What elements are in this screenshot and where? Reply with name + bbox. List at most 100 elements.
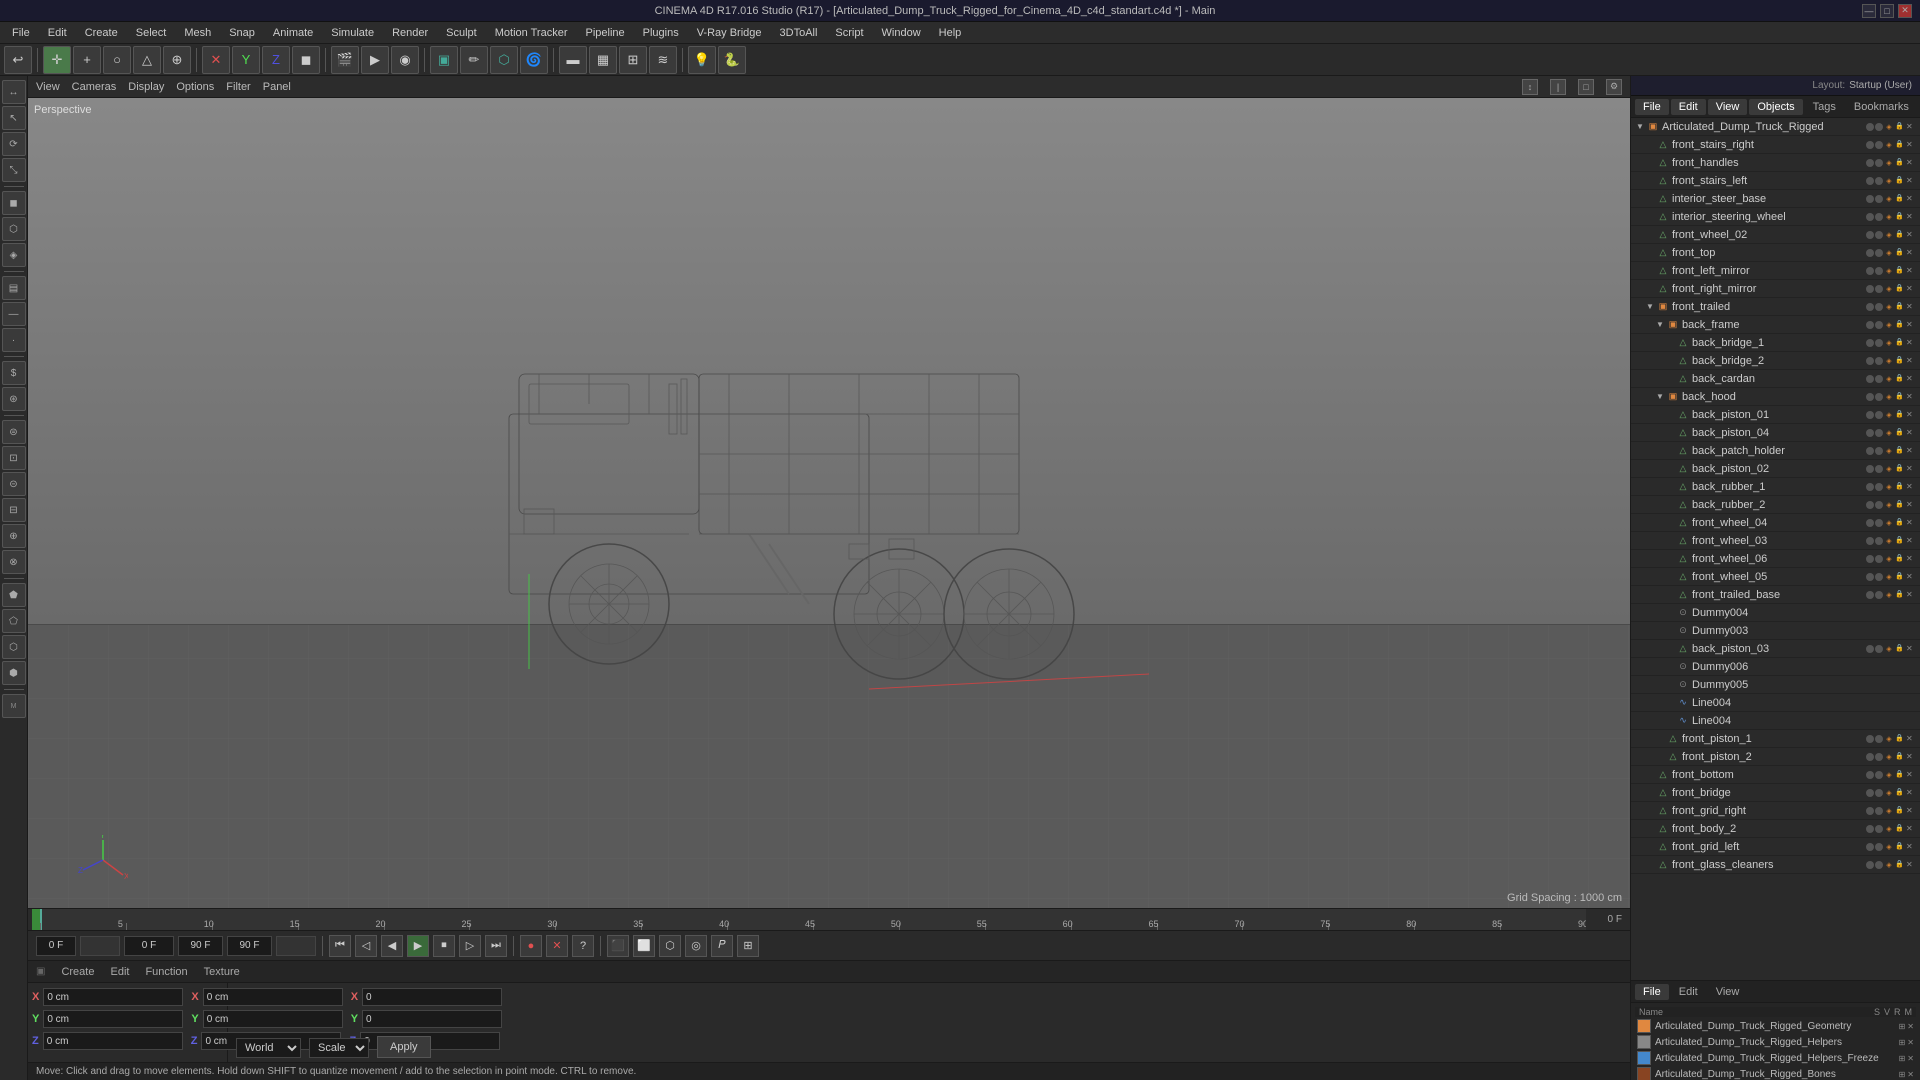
tab-function[interactable]: Function <box>141 964 191 980</box>
lock-icon[interactable]: 🔒 <box>1895 230 1905 240</box>
menu-vray[interactable]: V-Ray Bridge <box>689 25 770 41</box>
visibility-dot[interactable] <box>1866 519 1874 527</box>
menu-plugins[interactable]: Plugins <box>635 25 687 41</box>
render-dot[interactable] <box>1875 141 1883 149</box>
visibility-dot[interactable] <box>1866 213 1874 221</box>
lock-icon[interactable]: 🔒 <box>1895 788 1905 798</box>
x-icon[interactable]: ✕ <box>1906 410 1916 420</box>
tree-arrow-icon[interactable] <box>1665 500 1675 510</box>
record-settings[interactable]: ? <box>572 935 594 957</box>
play-button[interactable]: ▶ <box>407 935 429 957</box>
render-dot[interactable] <box>1875 735 1883 743</box>
lock-icon[interactable]: 🔒 <box>1895 284 1905 294</box>
object-list-item[interactable]: △back_piston_02 ◈ 🔒 ✕ <box>1631 460 1920 478</box>
object-list-item[interactable]: △front_trailed_base ◈ 🔒 ✕ <box>1631 586 1920 604</box>
knife-tool[interactable]: ⊞ <box>619 46 647 74</box>
x-icon[interactable]: ✕ <box>1906 806 1916 816</box>
frame-field-5[interactable] <box>276 936 316 956</box>
tree-arrow-icon[interactable] <box>1665 338 1675 348</box>
frame-start-field[interactable] <box>36 936 76 956</box>
menu-script[interactable]: Script <box>827 25 871 41</box>
visibility-dot[interactable] <box>1866 267 1874 275</box>
minimize-button[interactable]: — <box>1862 4 1876 18</box>
material-item[interactable]: Articulated_Dump_Truck_Rigged_Helpers ⊞ … <box>1635 1035 1916 1049</box>
sidebar-s3[interactable]: ⊜ <box>2 420 26 444</box>
lock-icon[interactable]: 🔒 <box>1895 302 1905 312</box>
material-item[interactable]: Articulated_Dump_Truck_Rigged_Geometry ⊞… <box>1635 1019 1916 1033</box>
select-z[interactable]: Z <box>262 46 290 74</box>
close-button[interactable]: ✕ <box>1898 4 1912 18</box>
object-list-item[interactable]: ▼▣back_hood ◈ 🔒 ✕ <box>1631 388 1920 406</box>
brush-tool[interactable]: ✏ <box>460 46 488 74</box>
object-list-item[interactable]: △back_bridge_2 ◈ 🔒 ✕ <box>1631 352 1920 370</box>
circle-tool[interactable]: ○ <box>103 46 131 74</box>
select-y[interactable]: Y <box>232 46 260 74</box>
sidebar-model[interactable]: ◼ <box>2 191 26 215</box>
render-dot[interactable] <box>1875 339 1883 347</box>
frame-field-2[interactable] <box>80 936 120 956</box>
tree-arrow-icon[interactable]: ▼ <box>1645 302 1655 312</box>
viewport-split-v[interactable]: | <box>1550 79 1566 95</box>
render-dot[interactable] <box>1875 375 1883 383</box>
x-icon[interactable]: ✕ <box>1906 518 1916 528</box>
render-dot[interactable] <box>1875 537 1883 545</box>
render-dot[interactable] <box>1875 213 1883 221</box>
render-dot[interactable] <box>1875 573 1883 581</box>
object-list-item[interactable]: △front_right_mirror ◈ 🔒 ✕ <box>1631 280 1920 298</box>
tree-arrow-icon[interactable] <box>1645 140 1655 150</box>
object-list-item[interactable]: △front_stairs_left ◈ 🔒 ✕ <box>1631 172 1920 190</box>
frame-fps-field[interactable] <box>227 936 272 956</box>
object-list-item[interactable]: △front_piston_1 ◈ 🔒 ✕ <box>1631 730 1920 748</box>
visibility-dot[interactable] <box>1866 177 1874 185</box>
visibility-dot[interactable] <box>1866 807 1874 815</box>
render-dot[interactable] <box>1875 429 1883 437</box>
tree-arrow-icon[interactable] <box>1645 770 1655 780</box>
sidebar-rotate[interactable]: ⟳ <box>2 132 26 156</box>
lock-icon[interactable]: 🔒 <box>1895 590 1905 600</box>
lock-icon[interactable]: 🔒 <box>1895 266 1905 276</box>
render-dot[interactable] <box>1875 303 1883 311</box>
visibility-dot[interactable] <box>1866 825 1874 833</box>
record-stop[interactable]: ✕ <box>546 935 568 957</box>
menu-file[interactable]: File <box>4 25 38 41</box>
sidebar-s9[interactable]: ⬟ <box>2 583 26 607</box>
x-icon[interactable]: ✕ <box>1906 500 1916 510</box>
viewport-menu-filter[interactable]: Filter <box>226 81 250 93</box>
sidebar-s2[interactable]: ⊛ <box>2 387 26 411</box>
move-tool[interactable]: ✛ <box>43 46 71 74</box>
x-icon[interactable]: ✕ <box>1906 842 1916 852</box>
sidebar-s1[interactable]: $ <box>2 361 26 385</box>
lock-icon[interactable]: 🔒 <box>1895 428 1905 438</box>
x-icon[interactable]: ✕ <box>1906 248 1916 258</box>
tree-arrow-icon[interactable] <box>1665 410 1675 420</box>
tree-arrow-icon[interactable] <box>1665 518 1675 528</box>
object-list-item[interactable]: △front_bridge ◈ 🔒 ✕ <box>1631 784 1920 802</box>
tree-arrow-icon[interactable]: ▼ <box>1635 122 1645 132</box>
render-dot[interactable] <box>1875 465 1883 473</box>
light-tool[interactable]: 💡 <box>688 46 716 74</box>
lock-icon[interactable]: 🔒 <box>1895 770 1905 780</box>
tree-arrow-icon[interactable] <box>1645 158 1655 168</box>
menu-simulate[interactable]: Simulate <box>323 25 382 41</box>
visibility-dot[interactable] <box>1866 555 1874 563</box>
tree-arrow-icon[interactable]: ▼ <box>1655 320 1665 330</box>
x-icon[interactable]: ✕ <box>1906 734 1916 744</box>
tree-arrow-icon[interactable] <box>1665 356 1675 366</box>
lock-icon[interactable]: 🔒 <box>1895 410 1905 420</box>
x-icon[interactable]: ✕ <box>1906 554 1916 564</box>
x-position-field[interactable] <box>43 988 183 1006</box>
tab-file[interactable]: File <box>1635 99 1669 115</box>
x-icon[interactable]: ✕ <box>1906 536 1916 546</box>
render-dot[interactable] <box>1875 807 1883 815</box>
visibility-dot[interactable] <box>1866 537 1874 545</box>
x-icon[interactable]: ✕ <box>1906 572 1916 582</box>
maximize-button[interactable]: □ <box>1880 4 1894 18</box>
lock-icon[interactable]: 🔒 <box>1895 554 1905 564</box>
object-list-item[interactable]: △front_wheel_06 ◈ 🔒 ✕ <box>1631 550 1920 568</box>
y-position-field[interactable] <box>43 1010 183 1028</box>
lock-icon[interactable]: 🔒 <box>1895 374 1905 384</box>
tree-arrow-icon[interactable] <box>1665 446 1675 456</box>
render-dot[interactable] <box>1875 771 1883 779</box>
visibility-dot[interactable] <box>1866 501 1874 509</box>
tree-arrow-icon[interactable]: ▼ <box>1655 392 1665 402</box>
